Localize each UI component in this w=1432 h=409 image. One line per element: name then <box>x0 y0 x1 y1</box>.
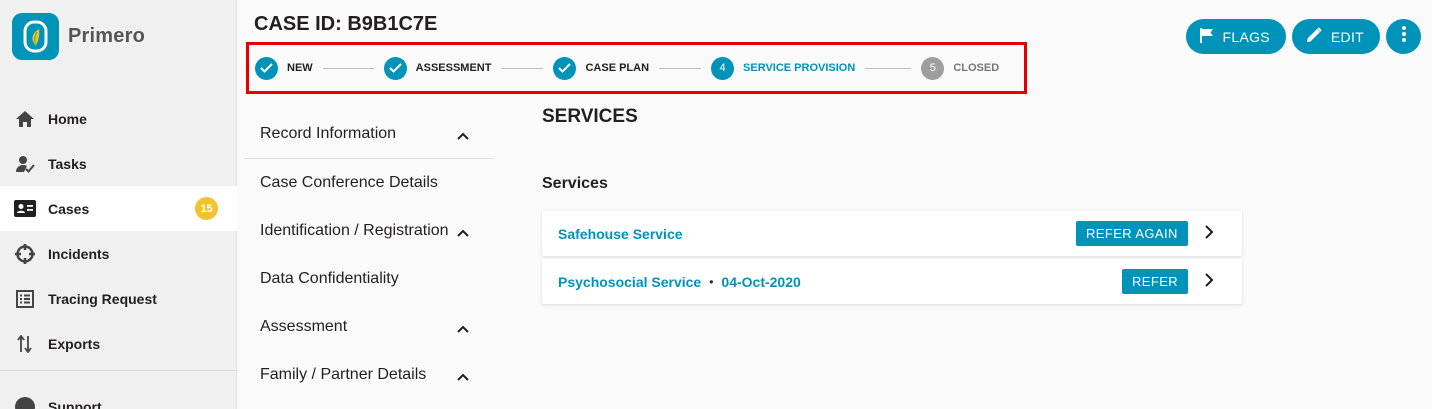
form-sections-nav: Record Information Case Conference Detai… <box>244 110 494 399</box>
nav-item-home[interactable]: Home <box>0 96 237 141</box>
app-name: Primero <box>68 25 145 47</box>
page-title: CASE ID: B9B1C7E <box>254 13 438 35</box>
step-label: CASE PLAN <box>585 62 650 74</box>
check-icon <box>553 56 577 80</box>
section-identification-registration[interactable]: Identification / Registration <box>244 207 494 255</box>
chevron-right-icon[interactable] <box>1204 225 1214 244</box>
service-name: Psychosocial Service <box>558 273 702 290</box>
nav-item-tracing-request[interactable]: Tracing Request <box>0 276 237 321</box>
service-date: 04-Oct-2020 <box>721 273 801 290</box>
section-data-confidentiality[interactable]: Data Confidentiality <box>244 255 494 303</box>
nav-label: Cases <box>48 200 90 217</box>
check-icon <box>255 56 278 80</box>
main-nav: Home Tasks Cases 15 Incidents Tracing Re… <box>0 96 237 366</box>
workflow-step-case-plan: CASE PLAN <box>553 56 650 80</box>
section-label: Family / Partner Details <box>260 366 427 383</box>
edit-button[interactable]: EDIT <box>1291 19 1380 54</box>
nav-label: Exports <box>48 335 101 352</box>
nav-divider <box>0 370 237 371</box>
section-label: Identification / Registration <box>260 222 449 239</box>
help-icon <box>14 396 36 409</box>
flags-button[interactable]: FLAGS <box>1185 19 1286 54</box>
nav-label: Tracing Request <box>48 290 157 307</box>
workflow-step-service-provision: 4 SERVICE PROVISION <box>711 56 856 80</box>
pencil-icon <box>1306 27 1322 46</box>
separator-dot: • <box>709 274 714 289</box>
nav-label: Support <box>48 399 102 409</box>
edit-label: EDIT <box>1330 28 1364 45</box>
more-vertical-icon <box>1401 26 1406 47</box>
refer-button[interactable]: REFER <box>1122 269 1189 294</box>
step-label: SERVICE PROVISION <box>743 62 856 74</box>
service-row[interactable]: Psychosocial Service • 04-Oct-2020 REFER <box>542 259 1242 304</box>
step-connector <box>501 67 544 69</box>
sidebar: Primero Home Tasks Cases 15 Incidents Tr… <box>0 0 237 409</box>
section-title: SERVICES <box>542 106 638 127</box>
home-icon <box>14 108 36 130</box>
nav-label: Tasks <box>48 155 87 172</box>
step-connector <box>865 67 912 69</box>
nav-item-cases[interactable]: Cases 15 <box>0 186 237 231</box>
nav-item-exports[interactable]: Exports <box>0 321 237 366</box>
workflow-step-assessment: ASSESSMENT <box>383 56 492 80</box>
chevron-up-icon[interactable] <box>457 127 469 145</box>
section-assessment[interactable]: Assessment <box>244 303 494 351</box>
cases-count-badge: 15 <box>195 197 218 220</box>
step-label: CLOSED <box>953 62 1000 74</box>
nav-label: Incidents <box>48 245 110 262</box>
nav-item-tasks[interactable]: Tasks <box>0 141 237 186</box>
nav-item-support[interactable]: Support <box>14 396 102 409</box>
section-label: Data Confidentiality <box>260 270 399 287</box>
step-connector <box>659 67 702 69</box>
service-row[interactable]: Safehouse Service REFER AGAIN <box>542 211 1242 256</box>
chevron-up-icon[interactable] <box>457 368 469 386</box>
section-label: Assessment <box>260 318 348 335</box>
incidents-icon <box>14 243 36 265</box>
chevron-right-icon[interactable] <box>1204 273 1214 292</box>
service-name: Safehouse Service <box>558 225 683 242</box>
workflow-step-new: NEW <box>255 56 313 80</box>
check-icon <box>383 56 407 80</box>
step-label: ASSESSMENT <box>415 62 492 74</box>
step-number: 5 <box>921 56 945 80</box>
tracing-request-icon <box>14 288 36 310</box>
section-record-information[interactable]: Record Information <box>244 110 494 158</box>
record-actions: FLAGS EDIT <box>1185 19 1421 54</box>
section-label: Case Conference Details <box>260 174 438 191</box>
nav-item-incidents[interactable]: Incidents <box>0 231 237 276</box>
chevron-up-icon[interactable] <box>457 320 469 338</box>
chevron-up-icon[interactable] <box>457 224 469 242</box>
section-family-partner-details[interactable]: Family / Partner Details <box>244 351 494 399</box>
refer-again-button[interactable]: REFER AGAIN <box>1076 221 1188 246</box>
section-case-conference-details[interactable]: Case Conference Details <box>244 159 494 207</box>
step-label: NEW <box>287 62 313 74</box>
exports-icon <box>14 333 36 355</box>
tasks-icon <box>14 153 36 175</box>
flags-label: FLAGS <box>1222 28 1270 45</box>
step-connector <box>322 67 374 69</box>
nav-label: Home <box>48 110 87 127</box>
workflow-stepper: NEW ASSESSMENT CASE PLAN 4 SERVICE PROVI… <box>246 42 1027 94</box>
cases-icon <box>14 198 36 220</box>
app-logo[interactable]: Primero <box>12 13 145 60</box>
section-label: Record Information <box>260 125 397 142</box>
primero-logo-icon <box>12 13 59 60</box>
subform-title: Services <box>542 175 608 192</box>
flag-icon <box>1199 27 1214 46</box>
workflow-step-closed: 5 CLOSED <box>921 56 1000 80</box>
more-actions-button[interactable] <box>1386 19 1421 54</box>
step-number: 4 <box>711 56 735 80</box>
